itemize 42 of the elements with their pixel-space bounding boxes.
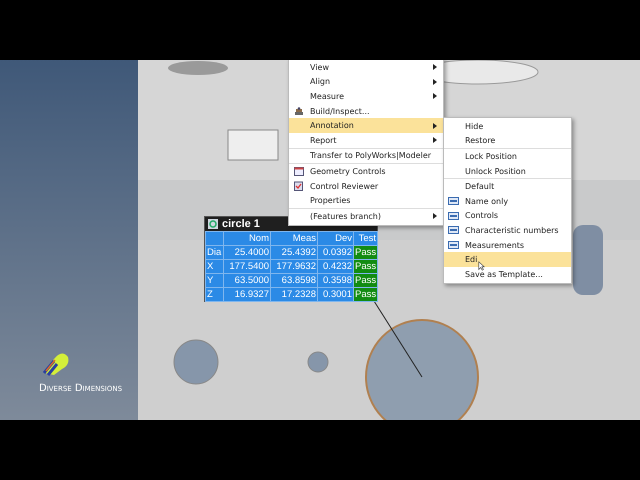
test-result-cell: Pass [353,245,378,260]
menu-item[interactable]: Unlock Position [444,164,571,178]
table-cell: 16.9327 [223,287,271,302]
table-cell: 17.2328 [270,287,318,302]
std-icon [448,226,459,234]
menu-item[interactable]: Measure [289,89,443,104]
mouse-cursor-icon [478,261,485,271]
menu-item[interactable]: Measurements [444,238,571,252]
menu-item[interactable]: Transfer to PolyWorks|Modeler [289,148,443,164]
menu-item[interactable]: Restore [444,134,571,148]
menu-item[interactable]: Hide [444,119,571,134]
menu-item[interactable]: Save as Template... [444,266,571,282]
annotation-title: circle 1 [222,218,260,230]
menu-item[interactable]: Controls [444,208,571,224]
menu-item[interactable]: Lock Position [444,149,571,164]
circle-feature-icon [208,219,218,229]
menu-item[interactable]: Geometry Controls [289,164,443,179]
std-icon [448,212,459,220]
menu-item[interactable]: Default [444,179,571,194]
test-result-cell: Pass [353,287,378,302]
menu-item[interactable]: Align [289,74,443,90]
menu-item[interactable]: Annotation [289,118,443,133]
menu-item[interactable]: Characteristic numbers [444,223,571,238]
menu-item[interactable]: Report [289,132,443,148]
logo-text: Diverse Dimensions [39,383,124,394]
table-header-cell [205,231,224,246]
menu-item[interactable]: Control Reviewer [289,178,443,194]
clipboard-check-icon [294,181,303,192]
test-result-cell: Pass [353,273,378,288]
std-icon [448,197,459,206]
menu-item[interactable]: View [289,60,443,75]
test-result-cell: Pass [353,259,378,274]
menu-item[interactable]: (Features branch) [289,208,443,224]
menu-item[interactable]: Build/Inspect... [289,104,443,118]
table-icon [294,166,304,176]
table-cell: Z [205,287,224,302]
menu-item[interactable]: Name only [444,194,571,209]
menu-item[interactable]: Properties [289,193,443,208]
stack-icon [294,106,304,116]
menu-item[interactable]: Edi [444,252,571,267]
std-icon [448,241,459,250]
table-cell: Dia [205,245,224,260]
